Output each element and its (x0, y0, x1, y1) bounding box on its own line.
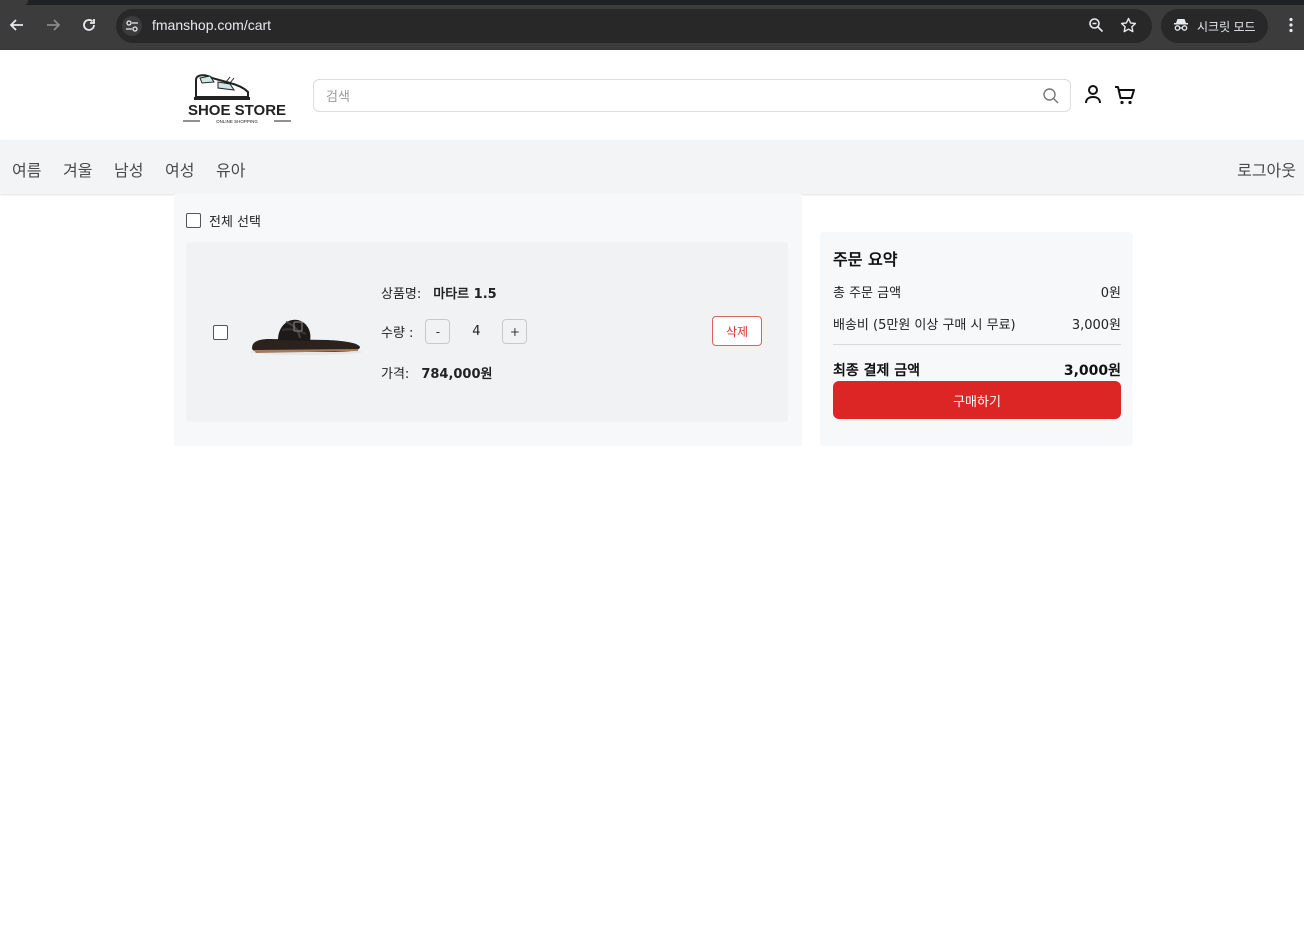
url-text[interactable]: fmanshop.com/cart (152, 17, 271, 33)
tab-strip (0, 0, 1304, 5)
summary-shipping-row: 배송비 (5만원 이상 구매 시 무료) 3,000원 (833, 314, 1121, 333)
back-icon[interactable] (6, 14, 28, 36)
product-image (248, 308, 364, 360)
summary-title: 주문 요약 (833, 250, 898, 269)
shipping-value: 3,000원 (1071, 318, 1121, 333)
category-nav (0, 140, 1304, 194)
final-label: 최종 결제 금액 (833, 363, 921, 379)
logo-subtitle: ONLINE SHOPPING (216, 119, 258, 124)
bookmark-star-icon[interactable] (1117, 14, 1139, 36)
total-value: 0원 (1100, 286, 1121, 301)
item-checkbox[interactable] (213, 325, 228, 340)
quantity-value: 4 (472, 324, 481, 339)
select-all-checkbox[interactable] (186, 213, 201, 228)
select-all[interactable]: 전체 선택 (186, 211, 261, 230)
store-logo[interactable]: SHOE STORE ONLINE SHOPPING (178, 70, 296, 126)
quantity-row: 수량 : - 4 + (381, 319, 528, 344)
search-bar (313, 79, 1071, 112)
zoom-icon[interactable] (1085, 14, 1107, 36)
product-name-row: 상품명: 마타르 1.5 (381, 283, 497, 302)
active-tab[interactable] (0, 0, 28, 5)
nav-item-kids[interactable]: 유아 (216, 157, 245, 181)
delete-button[interactable]: 삭제 (712, 316, 762, 346)
select-all-label: 전체 선택 (209, 215, 261, 230)
logo-title: SHOE STORE (188, 102, 286, 119)
incognito-label: 시크릿 모드 (1197, 19, 1256, 34)
incognito-icon (1173, 17, 1189, 36)
increment-button[interactable]: + (502, 319, 528, 344)
quantity-label: 수량 : (381, 326, 414, 341)
site-info-icon[interactable] (122, 16, 142, 36)
summary-final-row: 최종 결제 금액 3,000원 (833, 360, 1121, 380)
buy-button[interactable]: 구매하기 (833, 381, 1121, 419)
price-value: 784,000원 (421, 367, 493, 382)
total-label: 총 주문 금액 (833, 286, 902, 301)
logout-link[interactable]: 로그아웃 (1237, 157, 1296, 181)
nav-item-men[interactable]: 남성 (114, 157, 143, 181)
forward-icon[interactable] (42, 14, 64, 36)
address-bar[interactable] (116, 9, 1152, 43)
summary-total-row: 총 주문 금액 0원 (833, 282, 1121, 301)
user-icon[interactable] (1083, 84, 1103, 106)
final-value: 3,000원 (1063, 363, 1121, 379)
nav-item-winter[interactable]: 겨울 (63, 157, 92, 181)
reload-icon[interactable] (78, 14, 100, 36)
browser-toolbar: fmanshop.com/cart 시크릿 모드 (0, 0, 1304, 50)
search-icon[interactable] (1042, 87, 1060, 105)
nav-item-summer[interactable]: 여름 (12, 157, 41, 181)
search-input[interactable] (326, 86, 1026, 106)
summary-divider (833, 344, 1121, 345)
product-name-label: 상품명: (381, 287, 422, 302)
product-name: 마타르 1.5 (433, 287, 497, 302)
shipping-label: 배송비 (5만원 이상 구매 시 무료) (833, 318, 1016, 333)
nav-item-women[interactable]: 여성 (165, 157, 194, 181)
price-label: 가격: (381, 367, 410, 382)
price-row: 가격: 784,000원 (381, 363, 492, 382)
browser-menu-icon[interactable] (1280, 14, 1302, 36)
incognito-badge[interactable]: 시크릿 모드 (1161, 9, 1268, 43)
decrement-button[interactable]: - (425, 319, 451, 344)
cart-icon[interactable] (1114, 84, 1136, 106)
